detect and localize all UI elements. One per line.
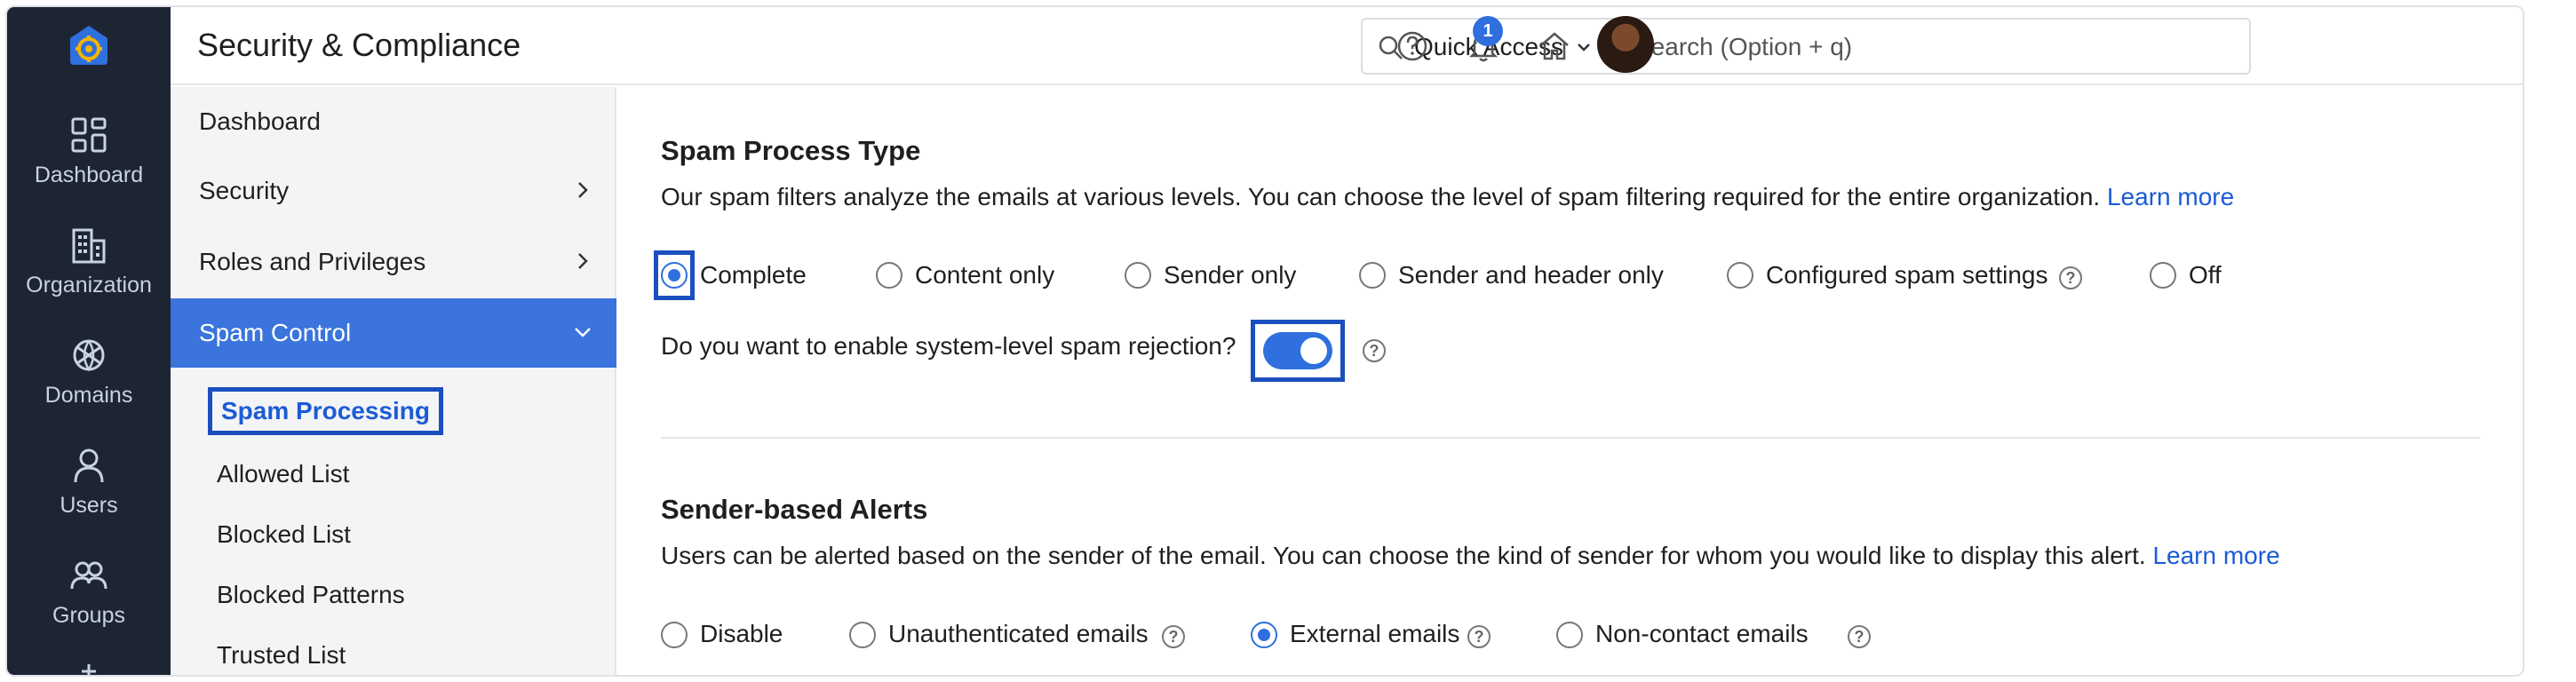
sidebar-subitem-spam-processing[interactable]: Spam Processing	[208, 387, 443, 435]
radio-sender-only[interactable]	[1125, 262, 1151, 289]
rail-item-users[interactable]: Users	[7, 426, 171, 536]
sidebar-item-spam-control[interactable]: Spam Control	[171, 298, 616, 368]
help-icon[interactable]	[1393, 27, 1432, 66]
sidebar-subitem-trusted-list[interactable]: Trusted List	[217, 641, 346, 670]
sidebar-item-label: Roles and Privileges	[199, 248, 426, 275]
chevron-right-icon	[578, 182, 588, 198]
radio-unauthenticated-emails[interactable]	[849, 622, 876, 648]
sidebar-subitem-blocked-list[interactable]: Blocked List	[217, 520, 351, 549]
radio-label: Content only	[915, 261, 1055, 289]
page-title: Security & Compliance	[197, 27, 521, 63]
sidebar-item-label: Security	[199, 177, 290, 204]
chevron-down-icon	[575, 328, 591, 337]
sidebar-item-security[interactable]: Security	[171, 156, 616, 226]
search-input[interactable]	[1634, 28, 2221, 66]
settings-sidebar: Dashboard Security Roles and Privileges …	[171, 87, 616, 675]
spam-rejection-question: Do you want to enable system-level spam …	[661, 332, 1236, 360]
radio-configured-spam-settings[interactable]	[1727, 262, 1753, 289]
rail-label: Groups	[52, 602, 125, 628]
spam-process-title: Spam Process Type	[661, 135, 921, 166]
rail-item-domains[interactable]: Domains	[7, 316, 171, 426]
spam-process-description: Our spam filters analyze the emails at v…	[661, 183, 2234, 211]
sidebar-item-label: Dashboard	[199, 107, 321, 135]
avatar[interactable]	[1597, 16, 1654, 73]
radio-disable[interactable]	[661, 622, 688, 648]
radio-label: Sender and header only	[1398, 261, 1664, 289]
radio-label: Sender only	[1164, 261, 1297, 289]
spam-rejection-toggle[interactable]	[1263, 332, 1332, 369]
sidebar-item-label: Spam Control	[199, 319, 352, 346]
sender-alerts-title: Sender-based Alerts	[661, 494, 928, 525]
learn-more-link[interactable]: Learn more	[2152, 542, 2279, 569]
sidebar-item-dashboard[interactable]: Dashboard	[171, 87, 616, 156]
rail-label: Users	[60, 492, 118, 518]
logo-icon[interactable]	[7, 7, 171, 85]
chevron-down-icon[interactable]	[1576, 39, 1592, 55]
description-text: Users can be alerted based on the sender…	[661, 542, 2146, 569]
radio-label: Off	[2189, 261, 2222, 289]
radio-external-emails[interactable]	[1251, 622, 1277, 648]
toggle-knob	[1300, 337, 1327, 364]
radio-label: External emails	[1290, 620, 1460, 647]
main-content: Spam Process Type Our spam filters analy…	[618, 87, 2523, 675]
rail-label: Domains	[44, 382, 133, 408]
rail-item-dashboard[interactable]: Dashboard	[7, 96, 171, 206]
radio-label: Configured spam settings	[1766, 261, 2048, 289]
radio-label: Complete	[700, 261, 807, 289]
radio-label: Unauthenticated emails	[888, 620, 1149, 647]
rail-label: Organization	[26, 272, 152, 297]
radio-complete[interactable]	[661, 262, 688, 289]
globe-icon	[73, 339, 105, 371]
help-icon[interactable]: ?	[1363, 339, 1386, 362]
radio-off[interactable]	[2150, 262, 2176, 289]
app-window: Dashboard Organization Domains Users Gro…	[5, 5, 2524, 677]
dashboard-grid-icon	[71, 117, 107, 152]
left-rail: Dashboard Organization Domains Users Gro…	[7, 7, 171, 675]
more-rail-icon[interactable]	[80, 664, 98, 675]
radio-label: Non-contact emails	[1595, 620, 1809, 647]
section-divider	[661, 437, 2480, 439]
radio-sender-header-only[interactable]	[1359, 262, 1386, 289]
top-bar: Security & Compliance Quick Access 1	[171, 7, 2523, 85]
sidebar-subitem-blocked-patterns[interactable]: Blocked Patterns	[217, 581, 405, 609]
user-icon	[74, 448, 104, 482]
notification-badge: 1	[1473, 16, 1503, 46]
radio-content-only[interactable]	[876, 262, 902, 289]
rail-item-organization[interactable]: Organization	[7, 206, 171, 316]
home-icon[interactable]	[1535, 27, 1574, 66]
radio-non-contact-emails[interactable]	[1556, 622, 1583, 648]
help-icon[interactable]: ?	[1467, 625, 1491, 648]
learn-more-link[interactable]: Learn more	[2107, 183, 2234, 210]
radio-label: Disable	[700, 620, 783, 647]
sender-alerts-description: Users can be alerted based on the sender…	[661, 542, 2280, 570]
sidebar-item-roles-privileges[interactable]: Roles and Privileges	[171, 227, 616, 297]
rail-label: Dashboard	[34, 162, 144, 187]
description-text: Our spam filters analyze the emails at v…	[661, 183, 2101, 210]
rail-item-groups[interactable]: Groups	[7, 536, 171, 646]
building-icon	[72, 228, 106, 263]
help-icon[interactable]: ?	[2059, 266, 2082, 289]
chevron-right-icon	[578, 253, 588, 269]
sidebar-subitem-allowed-list[interactable]: Allowed List	[217, 460, 349, 488]
help-icon[interactable]: ?	[1162, 625, 1185, 648]
help-icon[interactable]: ?	[1848, 625, 1871, 648]
group-icon	[70, 561, 107, 589]
